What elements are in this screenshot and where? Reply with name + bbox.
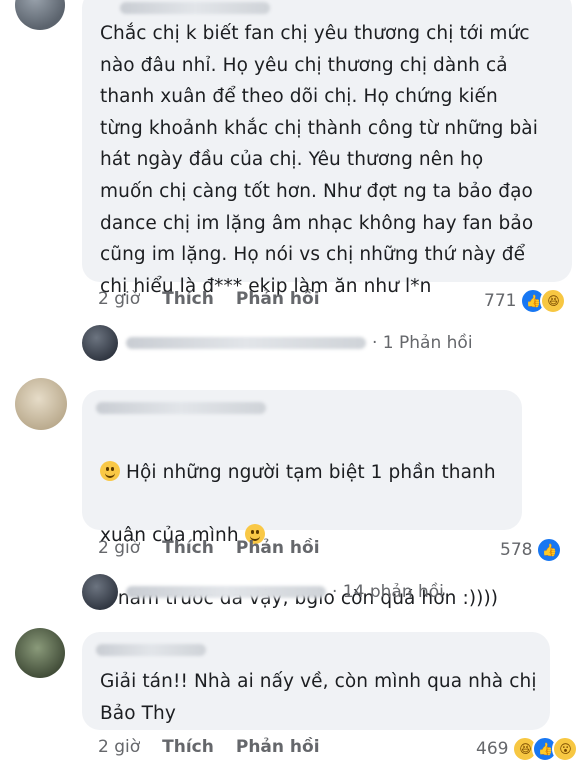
commenter-avatar[interactable] xyxy=(15,0,65,30)
comment-text-line-1: Hội những người tạm biệt 1 phần thanh xyxy=(125,461,496,483)
comment-text: Hội những người tạm biệt 1 phần thanh xu… xyxy=(100,425,498,646)
smile-emoji-icon xyxy=(100,460,120,481)
comment-time[interactable]: 2 giờ xyxy=(98,289,140,309)
commenter-avatar[interactable] xyxy=(15,378,67,430)
comment-time[interactable]: 2 giờ xyxy=(98,737,140,757)
commenter-name-blurred[interactable] xyxy=(120,2,270,14)
comment-actions: 2 giờ Thích Phản hồi xyxy=(98,538,342,558)
commenter-name-blurred[interactable] xyxy=(96,644,206,656)
reply-button[interactable]: Phản hồi xyxy=(236,538,320,558)
reply-button[interactable]: Phản hồi xyxy=(236,289,320,309)
reaction-summary[interactable]: 771 👍 😆 xyxy=(484,288,567,314)
reaction-count: 469 xyxy=(476,739,509,759)
replier-avatar xyxy=(82,325,118,361)
comment-text: Giải tán!! Nhà ai nấy về, còn mình qua n… xyxy=(100,671,537,724)
commenter-avatar[interactable] xyxy=(15,628,65,678)
commenter-name-blurred[interactable] xyxy=(96,402,266,414)
replies-count: · 14 phản hồi xyxy=(332,582,444,602)
replies-count: · 1 Phản hồi xyxy=(372,333,473,353)
reaction-summary[interactable]: 469 😆 👍 😮 xyxy=(476,736,579,762)
like-reaction-icon: 👍 xyxy=(536,537,563,563)
like-button[interactable]: Thích xyxy=(162,737,214,757)
replier-name-blurred xyxy=(126,337,366,349)
comment-actions: 2 giờ Thích Phản hồi xyxy=(98,737,342,757)
comment-time[interactable]: 2 giờ xyxy=(98,538,140,558)
like-button[interactable]: Thích xyxy=(162,538,214,558)
comment-actions: 2 giờ Thích Phản hồi xyxy=(98,289,342,309)
haha-reaction-icon: 😆 xyxy=(540,288,567,314)
reaction-summary[interactable]: 578 👍 xyxy=(500,537,563,563)
view-replies[interactable]: · 1 Phản hồi xyxy=(82,325,473,361)
wow-reaction-icon: 😮 xyxy=(552,736,579,762)
comment-text: Chắc chị k biết fan chị yêu thương chị t… xyxy=(100,23,538,297)
replier-name-blurred xyxy=(126,586,326,598)
reaction-count: 578 xyxy=(500,540,533,560)
replier-avatar xyxy=(82,574,118,610)
view-replies[interactable]: · 14 phản hồi xyxy=(82,574,444,610)
like-button[interactable]: Thích xyxy=(162,289,214,309)
reaction-count: 771 xyxy=(484,291,517,311)
reply-button[interactable]: Phản hồi xyxy=(236,737,320,757)
